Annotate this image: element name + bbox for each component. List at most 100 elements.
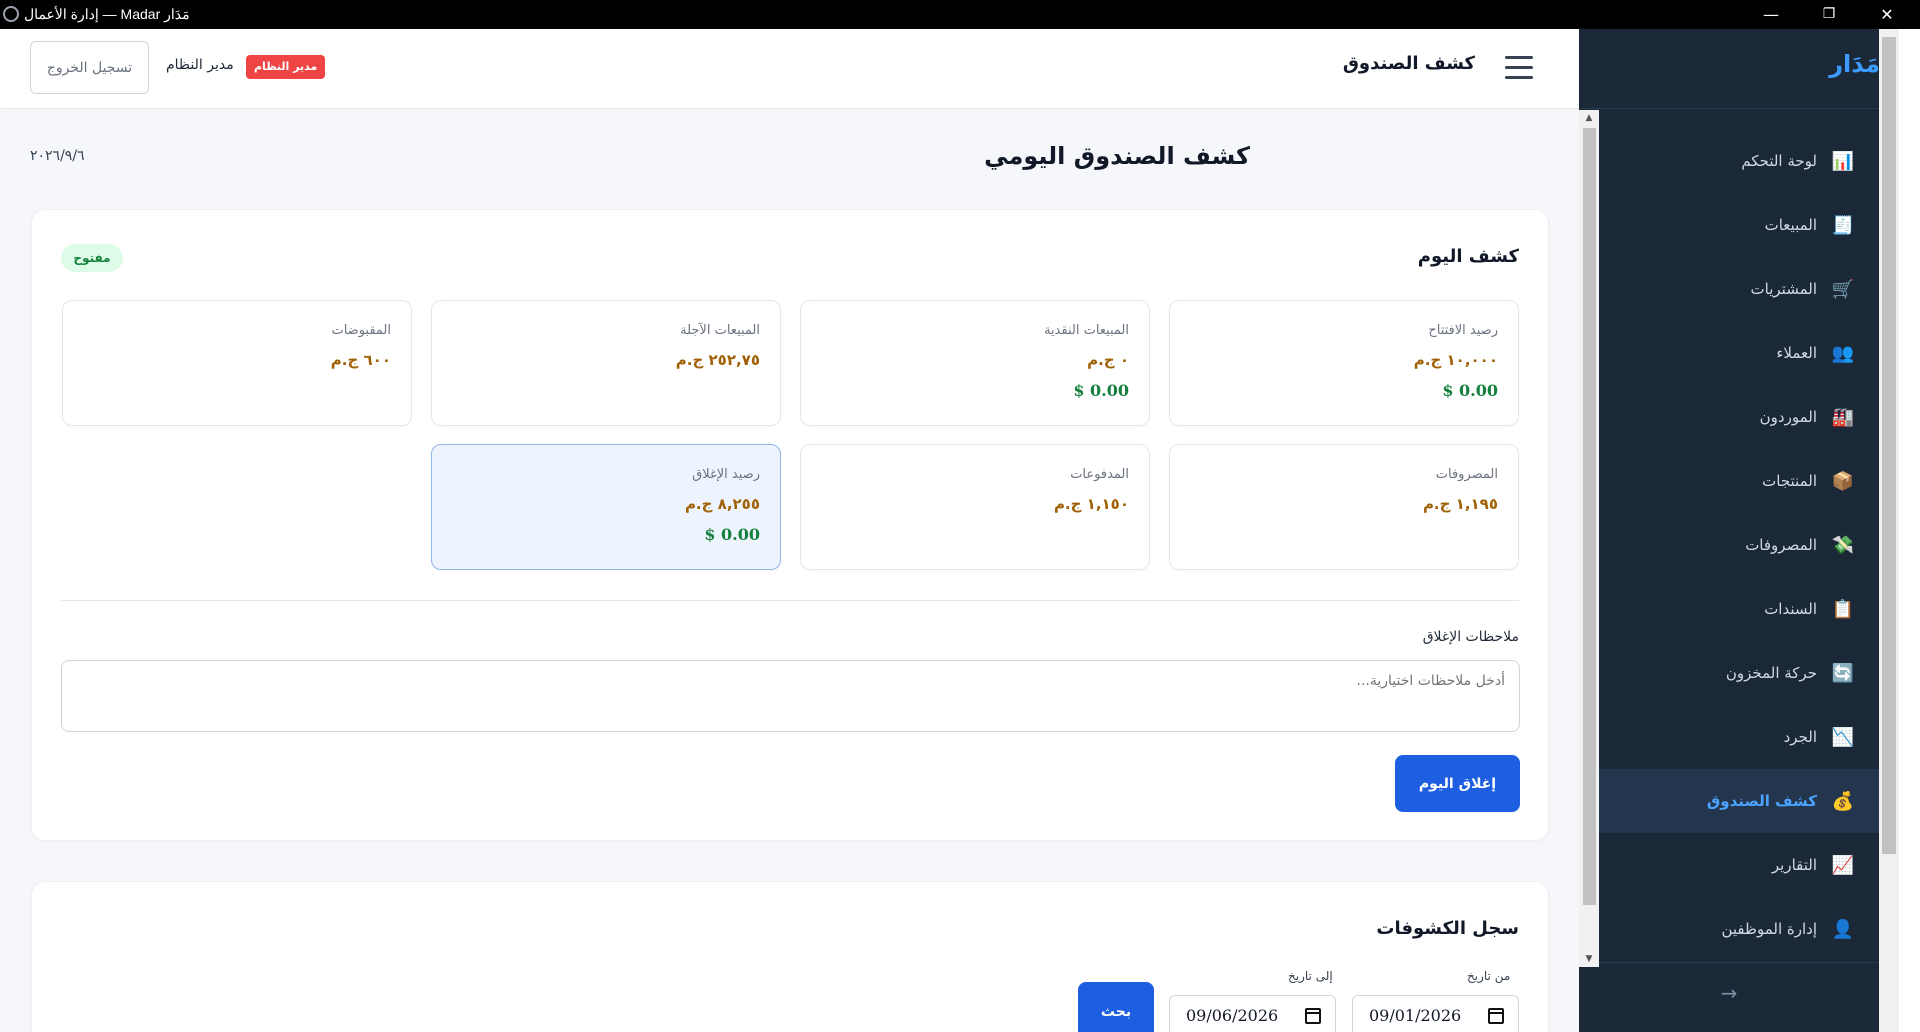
sidebar-item-9[interactable]: 📉 الجرد: [1579, 705, 1879, 769]
stat-label: المصروفات: [1435, 467, 1498, 482]
history-card-title: سجل الكشوفات: [1376, 918, 1519, 939]
close-window-button[interactable]: ✕: [1864, 0, 1910, 29]
today-card-title: كشف اليوم: [1417, 246, 1519, 267]
users-icon: 👥: [1831, 342, 1855, 364]
sidebar-nav: 📊 لوحة التحكم 🧾 المبيعات 🛒 المشتريات 👥 العملاء 🏭…: [1579, 129, 1879, 995]
chart-down-icon: 📉: [1831, 726, 1855, 748]
stat-label: رصيد الإغلاق: [692, 467, 760, 482]
stat-card: رصيد الافتتاح ١٠,٠٠٠ ج.م $ 0.00: [1169, 300, 1519, 426]
from-date-label: من تاريخ: [1467, 969, 1511, 983]
sidebar-item-label: حركة المخزون: [1725, 664, 1817, 682]
stat-value: ١٠,٠٠٠ ج.م: [1413, 351, 1498, 369]
stat-label: رصيد الافتتاح: [1428, 323, 1498, 338]
minimize-button[interactable]: —: [1748, 0, 1794, 29]
brand-logo[interactable]: مَدَار: [1579, 29, 1899, 109]
sidebar-item-label: التقارير: [1771, 856, 1817, 874]
stat-card: المبيعات الآجلة ٢٥٢,٧٥ ج.م: [431, 300, 781, 426]
main-content: كشف الصندوق اليومي ٢٠٢٦/٩/٦ كشف اليوم مف…: [0, 110, 1579, 1032]
status-badge: مفتوح: [61, 244, 123, 272]
maximize-button[interactable]: ❐: [1806, 0, 1852, 29]
stat-card: المبيعات النقدية ٠ ج.م $ 0.00: [800, 300, 1150, 426]
sidebar-item-label: الجرد: [1783, 728, 1817, 746]
stat-label: المدفوعات: [1070, 467, 1129, 482]
money-icon: 💸: [1831, 534, 1855, 556]
page-date: ٢٠٢٦/٩/٦: [30, 148, 85, 164]
calendar-icon[interactable]: [1305, 1008, 1321, 1024]
sidebar: مَدَار 📊 لوحة التحكم 🧾 المبيعات 🛒 المشتريات 👥 ا…: [1579, 29, 1899, 1032]
user-name: مدير النظام: [166, 57, 234, 73]
sidebar-item-11[interactable]: 📈 التقارير: [1579, 833, 1879, 897]
sidebar-item-10[interactable]: 💰 كشف الصندوق: [1579, 769, 1879, 833]
stat-value: ٦٠٠ ج.م: [330, 351, 391, 369]
factory-icon: 🏭: [1831, 406, 1855, 428]
sidebar-item-label: المبيعات: [1764, 216, 1817, 234]
sidebar-scrollbar[interactable]: [1879, 29, 1899, 1032]
role-badge: مدير النظام: [246, 55, 326, 79]
stat-usd-value: $ 0.00: [704, 525, 760, 544]
sidebar-item-label: السندات: [1764, 600, 1817, 618]
stat-value: ١,١٥٠ ج.م: [1053, 495, 1129, 513]
sidebar-item-12[interactable]: 👤 إدارة الموظفين: [1579, 897, 1879, 961]
window-titlebar: إدارة الأعمال — Madar مَدَار — ❐ ✕: [0, 0, 1920, 29]
stat-card: رصيد الإغلاق ٨,٢٥٥ ج.م $ 0.00: [431, 444, 781, 570]
stat-usd-value: $ 0.00: [1442, 381, 1498, 400]
sidebar-item-5[interactable]: 📦 المنتجات: [1579, 449, 1879, 513]
sidebar-item-label: الموردون: [1759, 408, 1817, 426]
stat-label: المبيعات النقدية: [1043, 323, 1129, 338]
logout-button[interactable]: تسجيل الخروج: [30, 41, 149, 94]
chart-icon: 📊: [1831, 150, 1855, 172]
topbar: كشف الصندوق تسجيل الخروج مدير النظام مدي…: [0, 29, 1579, 109]
sidebar-item-8[interactable]: 🔄 حركة المخزون: [1579, 641, 1879, 705]
receipt-icon: 🧾: [1831, 214, 1855, 236]
refresh-icon: 🔄: [1831, 662, 1855, 684]
notes-label: ملاحظات الإغلاق: [1422, 629, 1519, 645]
stat-value: ٢٥٢,٧٥ ج.م: [675, 351, 760, 369]
to-date-label: إلى تاريخ: [1288, 969, 1333, 983]
money-bag-icon: 💰: [1831, 790, 1855, 812]
topbar-page-title: كشف الصندوق: [1342, 53, 1475, 74]
sidebar-item-7[interactable]: 📋 السندات: [1579, 577, 1879, 641]
stat-card: المصروفات ١,١٩٥ ج.م: [1169, 444, 1519, 570]
cart-icon: 🛒: [1831, 278, 1855, 300]
clipboard-icon: 📋: [1831, 598, 1855, 620]
page-heading: كشف الصندوق اليومي: [984, 142, 1250, 170]
scroll-up-arrow-icon[interactable]: ▲: [1579, 110, 1599, 126]
sidebar-item-label: إدارة الموظفين: [1721, 920, 1817, 938]
to-date-value: 09/06/2026: [1186, 1006, 1279, 1025]
stat-card: المدفوعات ١,١٥٠ ج.م: [800, 444, 1150, 570]
sidebar-item-6[interactable]: 💸 المصروفات: [1579, 513, 1879, 577]
app-icon: [3, 6, 19, 22]
sidebar-item-label: المنتجات: [1762, 472, 1817, 490]
sidebar-item-label: كشف الصندوق: [1706, 792, 1817, 810]
stat-card: المقبوضات ٦٠٠ ج.م: [62, 300, 412, 426]
to-date-input[interactable]: 09/06/2026: [1169, 995, 1336, 1032]
sidebar-item-3[interactable]: 👥 العملاء: [1579, 321, 1879, 385]
divider: [61, 600, 1519, 601]
main-scroll-thumb[interactable]: [1583, 128, 1596, 905]
window-title: إدارة الأعمال — Madar مَدَار: [24, 6, 190, 22]
closing-notes-input[interactable]: [61, 660, 1520, 732]
sidebar-item-2[interactable]: 🛒 المشتريات: [1579, 257, 1879, 321]
box-icon: 📦: [1831, 470, 1855, 492]
from-date-input[interactable]: 09/01/2026: [1352, 995, 1519, 1032]
stat-label: المبيعات الآجلة: [680, 323, 760, 338]
sidebar-item-4[interactable]: 🏭 الموردون: [1579, 385, 1879, 449]
scroll-down-arrow-icon[interactable]: ▼: [1579, 951, 1599, 967]
chart-up-icon: 📈: [1831, 854, 1855, 876]
from-date-value: 09/01/2026: [1369, 1006, 1462, 1025]
sidebar-scroll-thumb[interactable]: [1882, 37, 1896, 854]
calendar-icon[interactable]: [1488, 1008, 1504, 1024]
stat-usd-value: $ 0.00: [1073, 381, 1129, 400]
sidebar-collapse-arrow[interactable]: →: [1579, 962, 1879, 1032]
stat-label: المقبوضات: [331, 323, 391, 338]
sidebar-item-1[interactable]: 🧾 المبيعات: [1579, 193, 1879, 257]
person-icon: 👤: [1831, 918, 1855, 940]
search-button[interactable]: بحث: [1078, 982, 1154, 1032]
menu-toggle-icon[interactable]: [1505, 56, 1533, 79]
stat-value: ٠ ج.م: [1087, 351, 1129, 369]
close-day-button[interactable]: إغلاق اليوم: [1395, 755, 1520, 812]
sidebar-item-label: المشتريات: [1750, 280, 1817, 298]
sidebar-item-0[interactable]: 📊 لوحة التحكم: [1579, 129, 1879, 193]
sidebar-item-label: المصروفات: [1745, 536, 1817, 554]
stat-value: ٨,٢٥٥ ج.م: [684, 495, 760, 513]
